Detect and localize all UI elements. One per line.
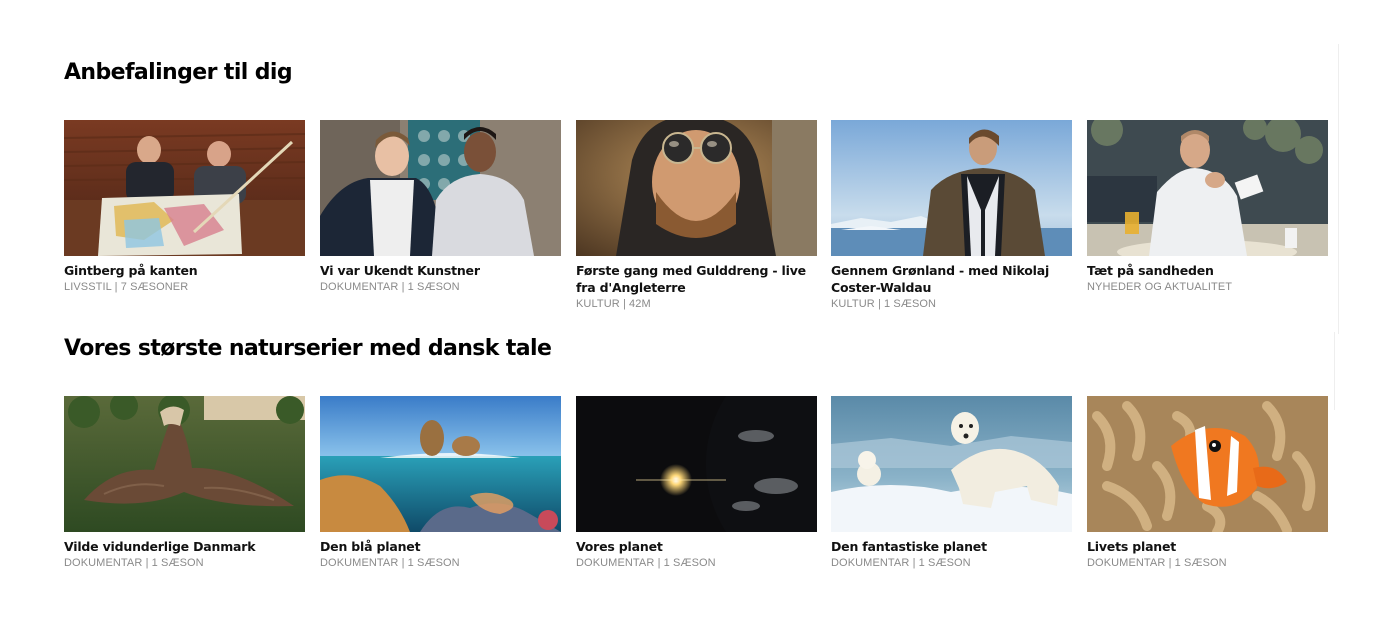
card-title[interactable]: Gennem Grønland - med Nikolaj Coster-Wal…: [831, 262, 1072, 296]
section-nature-series: Vores største naturserier med dansk tale: [64, 334, 1336, 569]
program-thumbnail[interactable]: [576, 120, 817, 256]
section-title: Anbefalinger til dig: [64, 60, 293, 85]
program-thumbnail[interactable]: [1087, 120, 1328, 256]
program-thumbnail[interactable]: [64, 396, 305, 532]
program-thumbnail[interactable]: [64, 120, 305, 256]
card-title[interactable]: Tæt på sandheden: [1087, 262, 1328, 279]
program-card[interactable]: Den blå planet DOKUMENTAR | 1 SÆSON: [320, 396, 561, 571]
program-card[interactable]: Vi var Ukendt Kunstner DOKUMENTAR | 1 SÆ…: [320, 120, 561, 295]
program-thumbnail[interactable]: [1087, 396, 1328, 532]
card-meta: KULTUR | 1 SÆSON: [831, 298, 937, 310]
program-thumbnail[interactable]: [831, 120, 1072, 256]
card-meta: KULTUR | 42M: [576, 298, 651, 310]
card-meta: DOKUMENTAR | 1 SÆSON: [576, 557, 716, 569]
card-meta: DOKUMENTAR | 1 SÆSON: [1087, 557, 1227, 569]
program-thumbnail[interactable]: [320, 396, 561, 532]
program-card[interactable]: Livets planet DOKUMENTAR | 1 SÆSON: [1087, 396, 1328, 571]
card-title[interactable]: Vi var Ukendt Kunstner: [320, 262, 561, 279]
card-title[interactable]: Den fantastiske planet: [831, 538, 1072, 555]
program-card[interactable]: Vores planet DOKUMENTAR | 1 SÆSON: [576, 396, 817, 571]
program-thumbnail[interactable]: [831, 396, 1072, 532]
program-thumbnail[interactable]: [320, 120, 561, 256]
card-meta: DOKUMENTAR | 1 SÆSON: [320, 557, 460, 569]
program-card[interactable]: Første gang med Gulddreng - live fra d'A…: [576, 120, 817, 312]
card-meta: DOKUMENTAR | 1 SÆSON: [320, 281, 460, 293]
program-card[interactable]: Tæt på sandheden NYHEDER OG AKTUALITET: [1087, 120, 1328, 295]
card-meta: DOKUMENTAR | 1 SÆSON: [831, 557, 971, 569]
card-meta: LIVSSTIL | 7 SÆSONER: [64, 281, 189, 293]
card-row: Vilde vidunderlige Danmark DOKUMENTAR | …: [64, 396, 1336, 596]
program-card[interactable]: Gintberg på kanten LIVSSTIL | 7 SÆSONER: [64, 120, 305, 295]
program-card[interactable]: Gennem Grønland - med Nikolaj Coster-Wal…: [831, 120, 1072, 312]
divider: [1338, 44, 1339, 334]
card-meta: NYHEDER OG AKTUALITET: [1087, 281, 1233, 293]
program-thumbnail[interactable]: [576, 396, 817, 532]
card-row: Gintberg på kanten LIVSSTIL | 7 SÆSONER: [64, 120, 1336, 320]
program-card[interactable]: Vilde vidunderlige Danmark DOKUMENTAR | …: [64, 396, 305, 571]
card-meta: DOKUMENTAR | 1 SÆSON: [64, 557, 204, 569]
page: Anbefalinger til dig Gintberg på kanten …: [0, 0, 1400, 633]
card-title[interactable]: Vores planet: [576, 538, 817, 555]
section-title: Vores største naturserier med dansk tale: [64, 336, 552, 361]
card-title[interactable]: Gintberg på kanten: [64, 262, 305, 279]
card-title[interactable]: Den blå planet: [320, 538, 561, 555]
card-title[interactable]: Livets planet: [1087, 538, 1328, 555]
card-title[interactable]: Vilde vidunderlige Danmark: [64, 538, 305, 555]
section-recommendations: Anbefalinger til dig Gintberg på kanten …: [64, 58, 1336, 310]
card-title[interactable]: Første gang med Gulddreng - live fra d'A…: [576, 262, 817, 296]
program-card[interactable]: Den fantastiske planet DOKUMENTAR | 1 SÆ…: [831, 396, 1072, 571]
